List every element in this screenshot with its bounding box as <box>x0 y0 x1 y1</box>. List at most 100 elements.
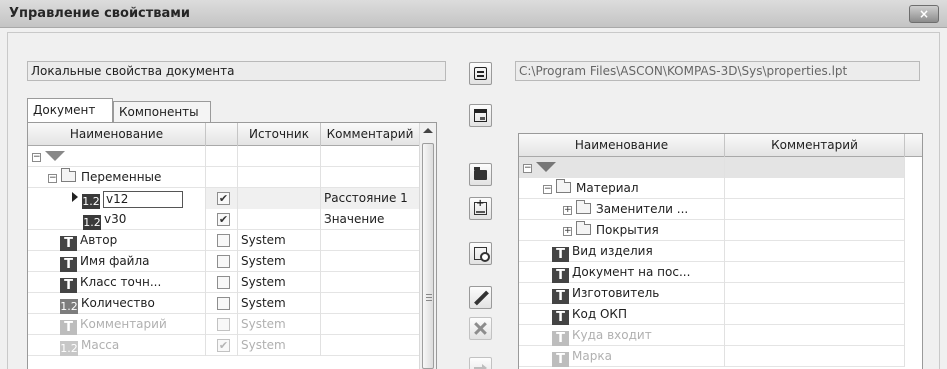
row-source: System <box>238 230 321 251</box>
table-row-used-in[interactable]: T Куда входит <box>519 325 905 346</box>
text-property-icon: T <box>552 352 569 367</box>
document-properties-table[interactable]: Наименование Источник Комментарий − − Пер… <box>27 122 437 369</box>
row-comment <box>321 251 420 272</box>
tab-components[interactable]: Компоненты <box>113 101 211 122</box>
row-checkbox[interactable]: ✔ <box>217 192 230 205</box>
row-name: Покрытия <box>596 223 659 237</box>
row-source: System <box>238 293 321 314</box>
table-row-author[interactable]: T Автор System <box>28 230 420 251</box>
properties-button[interactable] <box>469 62 492 85</box>
text-property-icon: T <box>552 268 569 283</box>
table-row-variables[interactable]: − Переменные <box>28 167 420 188</box>
row-name: Комментарий <box>80 317 167 331</box>
expand-toggle-icon[interactable]: + <box>563 227 572 236</box>
column-comment-header[interactable]: Комментарий <box>725 134 905 157</box>
row-checkbox[interactable] <box>217 234 230 247</box>
row-checkbox[interactable] <box>217 255 230 268</box>
name-edit-field[interactable]: v12 <box>103 191 183 208</box>
table-row-substitutes[interactable]: + Заменители ... <box>519 199 905 220</box>
row-checkbox[interactable]: ✔ <box>217 213 230 226</box>
table-row-v12[interactable]: 1.2 v12 ✔ Расстояние 1 <box>28 188 420 209</box>
tab-document[interactable]: Документ <box>27 98 113 122</box>
column-source-header[interactable]: Источник <box>238 123 321 146</box>
window-button[interactable] <box>469 104 492 127</box>
table-row-root[interactable]: − <box>519 157 905 178</box>
add-property-button[interactable] <box>469 197 492 220</box>
row-source: System <box>238 314 321 335</box>
table-row-grade[interactable]: T Марка <box>519 346 905 367</box>
row-comment <box>725 241 905 262</box>
row-checkbox[interactable] <box>217 318 230 331</box>
variable-icon: 1.2 <box>83 215 101 230</box>
scroll-up-icon[interactable] <box>423 128 433 133</box>
collapse-toggle-icon[interactable]: − <box>32 153 41 162</box>
text-property-icon: T <box>552 310 569 325</box>
text-property-icon: T <box>60 278 77 293</box>
row-name: Документ на пос... <box>572 265 691 279</box>
column-comment-header[interactable]: Комментарий <box>321 123 420 146</box>
column-name-header[interactable]: Наименование <box>28 123 206 146</box>
row-name: Код ОКП <box>572 307 627 321</box>
row-name: Материал <box>576 181 639 195</box>
delete-icon <box>474 322 487 335</box>
table-row-v30[interactable]: 1.2 v30 ✔ Значение <box>28 209 420 230</box>
table-row-root[interactable]: − <box>28 146 420 167</box>
column-check-header[interactable] <box>206 123 238 146</box>
scrollbar-thumb[interactable] <box>422 143 434 369</box>
open-folder-button[interactable] <box>469 163 492 186</box>
grip-icon <box>426 294 432 301</box>
text-property-icon: T <box>60 236 77 251</box>
collapse-toggle-icon[interactable]: − <box>48 174 57 183</box>
folder-icon <box>576 221 591 235</box>
document-root-icon <box>45 151 65 161</box>
folder-icon <box>556 179 571 193</box>
row-comment: Значение <box>321 209 420 230</box>
find-button[interactable] <box>469 242 492 265</box>
row-name: Вид изделия <box>572 244 653 258</box>
row-name: Куда входит <box>572 328 652 342</box>
pen-icon <box>474 290 489 306</box>
text-property-icon: T <box>60 257 77 272</box>
table-row-accuracy-class[interactable]: T Класс точн... System <box>28 272 420 293</box>
table-row-product-type[interactable]: T Вид изделия <box>519 241 905 262</box>
row-name: Изготовитель <box>572 286 660 300</box>
search-icon <box>474 247 490 262</box>
library-path-field[interactable]: C:\Program Files\ASCON\KOMPAS-3D\Sys\pro… <box>515 61 920 81</box>
table-row-supply-document[interactable]: T Документ на пос... <box>519 262 905 283</box>
window-title: Управление свойствами <box>9 6 191 21</box>
collapse-toggle-icon[interactable]: − <box>523 164 532 173</box>
edit-button[interactable] <box>469 286 492 309</box>
table-row-material[interactable]: − Материал <box>519 178 905 199</box>
row-name: Количество <box>81 296 155 310</box>
text-property-icon: T <box>552 289 569 304</box>
local-properties-path-field[interactable]: Локальные свойства документа <box>27 61 446 81</box>
arrow-right-icon <box>474 364 487 369</box>
move-right-button[interactable] <box>469 357 492 369</box>
table-row-coatings[interactable]: + Покрытия <box>519 220 905 241</box>
table-row-manufacturer[interactable]: T Изготовитель <box>519 283 905 304</box>
close-button[interactable]: × <box>909 5 939 23</box>
folder-icon <box>576 200 591 214</box>
row-checkbox[interactable] <box>217 276 230 289</box>
table-row-file-name[interactable]: T Имя файла System <box>28 251 420 272</box>
row-comment <box>725 220 905 241</box>
row-checkbox[interactable] <box>217 297 230 310</box>
column-name-header[interactable]: Наименование <box>519 134 725 157</box>
table-row-quantity[interactable]: 1.2 Количество System <box>28 293 420 314</box>
vertical-scrollbar[interactable] <box>419 123 436 369</box>
row-comment <box>725 304 905 325</box>
row-checkbox[interactable]: ✔ <box>217 339 230 352</box>
table-row-mass[interactable]: 1.2 Масса ✔ System <box>28 335 420 356</box>
row-comment <box>725 325 905 346</box>
collapse-toggle-icon[interactable]: − <box>543 185 552 194</box>
delete-button[interactable] <box>469 317 492 340</box>
expand-toggle-icon[interactable]: + <box>563 206 572 215</box>
row-comment <box>725 178 905 199</box>
row-source: System <box>238 272 321 293</box>
row-comment <box>321 272 420 293</box>
library-properties-table[interactable]: Наименование Комментарий − − Материал + За… <box>518 133 923 369</box>
table-row-comment[interactable]: T Комментарий System <box>28 314 420 335</box>
row-comment <box>725 262 905 283</box>
table-row-okp-code[interactable]: T Код ОКП <box>519 304 905 325</box>
window-icon <box>474 109 487 122</box>
